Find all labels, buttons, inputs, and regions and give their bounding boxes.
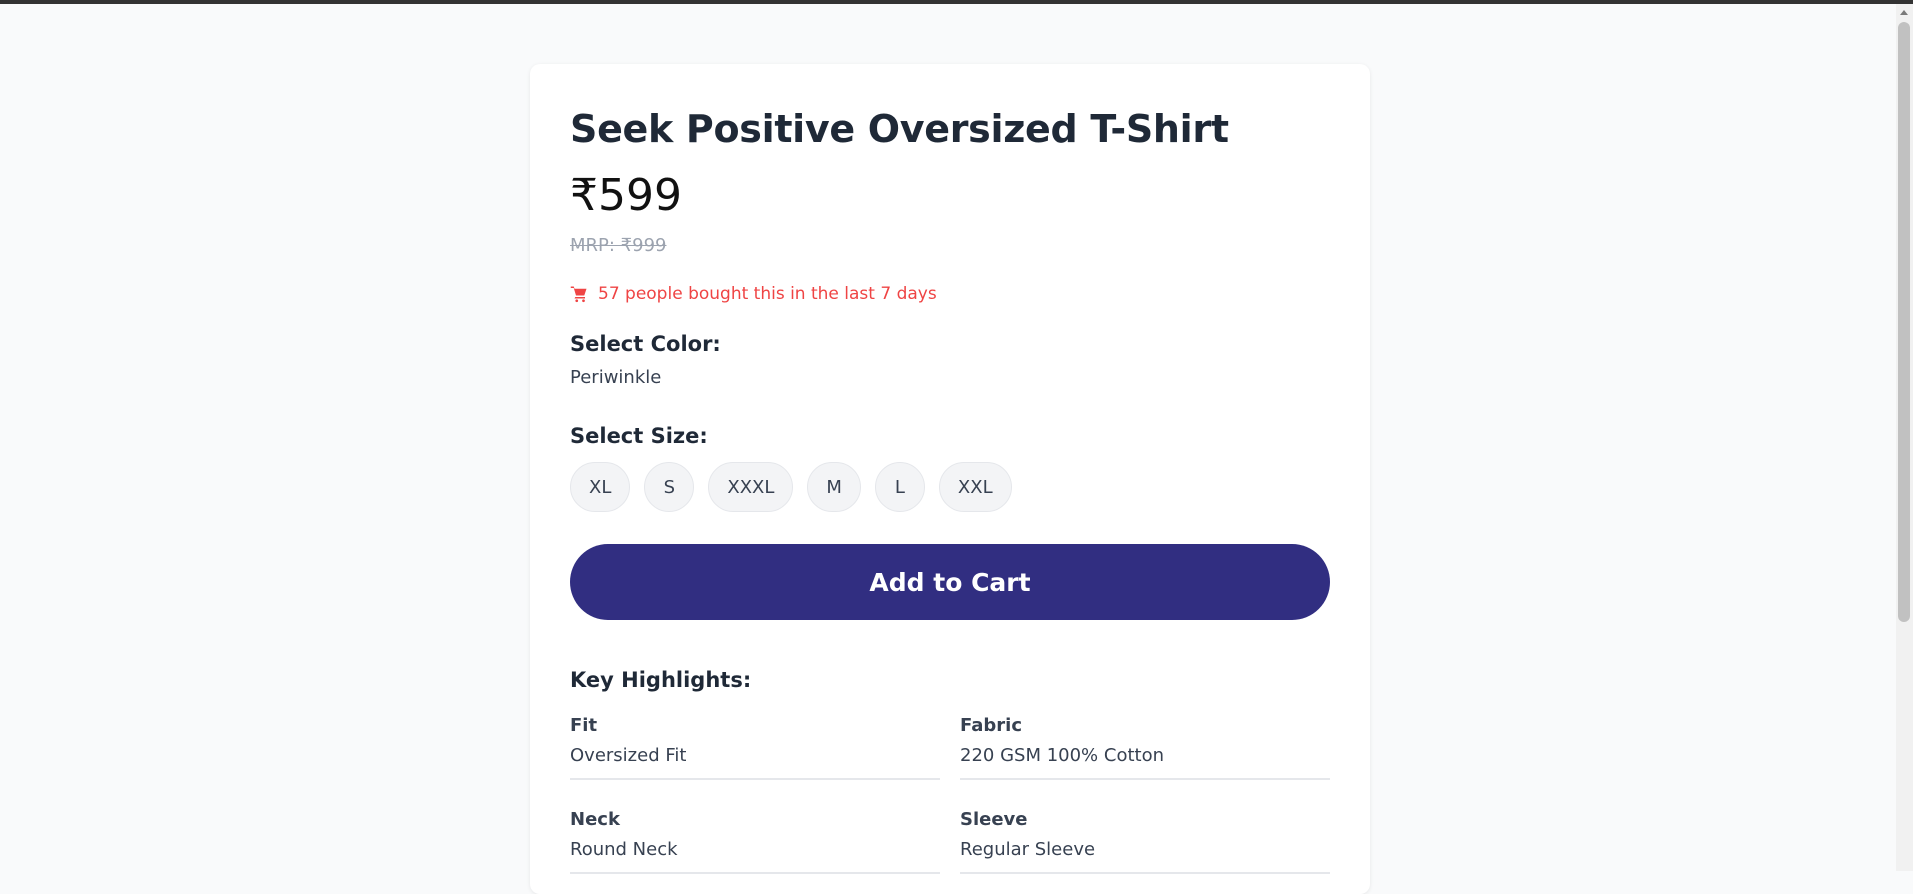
- highlight-value: Round Neck: [570, 839, 678, 860]
- social-proof-banner: 57 people bought this in the last 7 days: [570, 282, 1330, 306]
- size-option-m[interactable]: M: [807, 462, 861, 512]
- size-option-l[interactable]: L: [874, 462, 925, 512]
- scroll-up-arrow-icon[interactable]: [1900, 10, 1908, 15]
- social-proof-text: 57 people bought this in the last 7 days: [598, 284, 937, 304]
- highlight-fit: Fit Oversized Fit: [570, 714, 940, 780]
- size-option-s[interactable]: S: [644, 462, 695, 512]
- product-price: ₹599: [570, 170, 682, 221]
- size-options: XL S XXXL M L XXL: [570, 462, 1330, 512]
- size-option-xl[interactable]: XL: [570, 462, 631, 512]
- selected-color[interactable]: Periwinkle: [570, 366, 1330, 390]
- highlight-value: 220 GSM 100% Cotton: [960, 745, 1165, 766]
- window-top-strip: [0, 0, 1913, 4]
- size-label: Select Size:: [570, 424, 708, 448]
- highlight-label: Sleeve: [960, 809, 1028, 830]
- add-to-cart-button[interactable]: Add to Cart: [570, 544, 1330, 620]
- product-details: Seek Positive Oversized T-Shirt ₹599 MRP…: [570, 104, 1330, 874]
- product-card: Seek Positive Oversized T-Shirt ₹599 MRP…: [530, 64, 1370, 894]
- highlight-neck: Neck Round Neck: [570, 808, 940, 874]
- color-selector: Select Color: Periwinkle: [570, 330, 1330, 390]
- highlight-label: Fit: [570, 715, 598, 736]
- color-label: Select Color:: [570, 332, 721, 356]
- size-selector: Select Size: XL S XXXL M L XXL: [570, 422, 1330, 512]
- size-option-xxxl[interactable]: XXXL: [708, 462, 794, 512]
- product-mrp: MRP: ₹999: [570, 235, 667, 256]
- scrollbar-thumb[interactable]: [1898, 22, 1910, 622]
- product-title: Seek Positive Oversized T-Shirt: [570, 107, 1229, 151]
- vertical-scrollbar[interactable]: [1896, 4, 1913, 871]
- highlight-value: Regular Sleeve: [960, 839, 1096, 860]
- highlight-value: Oversized Fit: [570, 745, 687, 766]
- highlights-label: Key Highlights:: [570, 668, 752, 692]
- highlight-sleeve: Sleeve Regular Sleeve: [960, 808, 1330, 874]
- highlight-label: Fabric: [960, 715, 1022, 736]
- shopping-cart-icon: [570, 285, 588, 303]
- highlight-label: Neck: [570, 809, 620, 830]
- key-highlights: Key Highlights: Fit Oversized Fit Fabric…: [570, 666, 1330, 874]
- size-option-xxl[interactable]: XXL: [938, 462, 1012, 512]
- highlight-fabric: Fabric 220 GSM 100% Cotton: [960, 714, 1330, 780]
- highlights-grid: Fit Oversized Fit Fabric 220 GSM 100% Co…: [570, 714, 1330, 874]
